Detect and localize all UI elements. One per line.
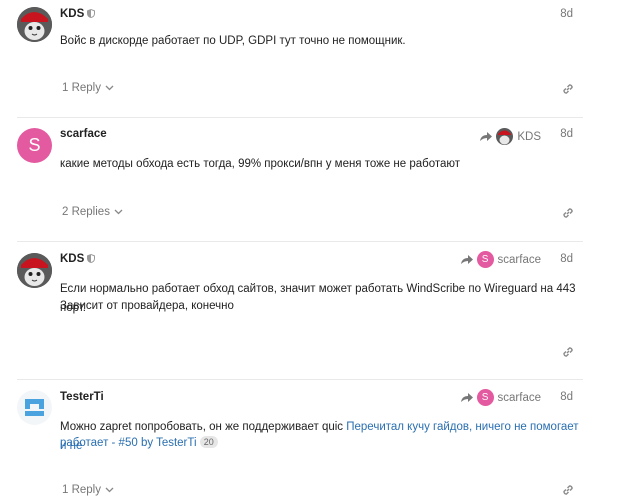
replies-label: 2 Replies (62, 206, 110, 218)
reply-arrow-icon (460, 254, 473, 264)
replies-button[interactable]: 1 Reply (62, 484, 114, 496)
link-icon[interactable] (561, 206, 575, 220)
replies-button[interactable]: 1 Reply (62, 82, 114, 94)
shield-icon (87, 254, 96, 263)
replies-button[interactable]: 2 Replies (62, 206, 123, 218)
link-icon[interactable] (561, 82, 575, 96)
mini-avatar: S (476, 389, 494, 406)
post-1: KDS 8d Войс в дискорде работает по UDP, … (0, 0, 583, 117)
post-4: TesterTi S scarface 8d Можно zapret попр… (0, 379, 583, 500)
reply-to-indicator[interactable]: S scarface (460, 251, 541, 268)
reply-arrow-icon (480, 131, 493, 141)
post-username[interactable]: scarface (60, 128, 107, 140)
post-divider (17, 117, 583, 118)
post-text-line-2: Зависит от провайдера, конечно (60, 300, 234, 312)
avatar-scarface[interactable]: S (17, 128, 52, 163)
post-date[interactable]: 8d (560, 391, 573, 403)
post-text: какие методы обхода есть тогда, 99% прок… (60, 158, 461, 170)
link-icon[interactable] (561, 483, 575, 497)
reply-to-name: scarface (497, 391, 541, 404)
reply-to-name: KDS (517, 130, 541, 143)
reply-to-indicator[interactable]: S scarface (460, 389, 541, 406)
quote-link-continued[interactable]: работает - #50 by TesterTi (60, 437, 197, 449)
post-text: Можно zapret попробовать, он же поддержи… (60, 421, 344, 433)
replies-label: 1 Reply (62, 484, 101, 496)
reply-to-indicator[interactable]: KDS (480, 128, 541, 145)
link-icon[interactable] (561, 345, 575, 359)
chevron-down-icon (105, 487, 114, 493)
mini-avatar (496, 128, 514, 145)
avatar-testerti[interactable] (17, 390, 52, 425)
shield-icon (87, 9, 96, 18)
post-username[interactable]: TesterTi (60, 391, 104, 403)
post-username[interactable]: KDS (60, 8, 96, 20)
post-3: KDS S scarface 8d Если нормально работае… (0, 241, 583, 379)
post-username[interactable]: KDS (60, 253, 96, 265)
avatar-kds[interactable] (17, 253, 52, 288)
post-text: Войс в дискорде работает по UDP, GDPI ту… (60, 35, 406, 47)
post-divider (17, 379, 583, 380)
replies-label: 1 Reply (62, 82, 101, 94)
chevron-down-icon (105, 85, 114, 91)
quote-count-badge: 20 (199, 436, 218, 448)
reply-arrow-icon (460, 392, 473, 402)
post-date[interactable]: 8d (560, 253, 573, 265)
post-2: S scarface KDS 8d какие методы обхода ес… (0, 117, 583, 241)
post-text-line-2: работает - #50 by TesterTi 20 (60, 434, 583, 453)
mini-avatar: S (476, 251, 494, 268)
post-date[interactable]: 8d (560, 128, 573, 140)
reply-to-name: scarface (497, 253, 541, 266)
post-divider (17, 241, 583, 242)
avatar-kds[interactable] (17, 7, 52, 42)
post-date[interactable]: 8d (560, 8, 573, 20)
chevron-down-icon (114, 209, 123, 215)
